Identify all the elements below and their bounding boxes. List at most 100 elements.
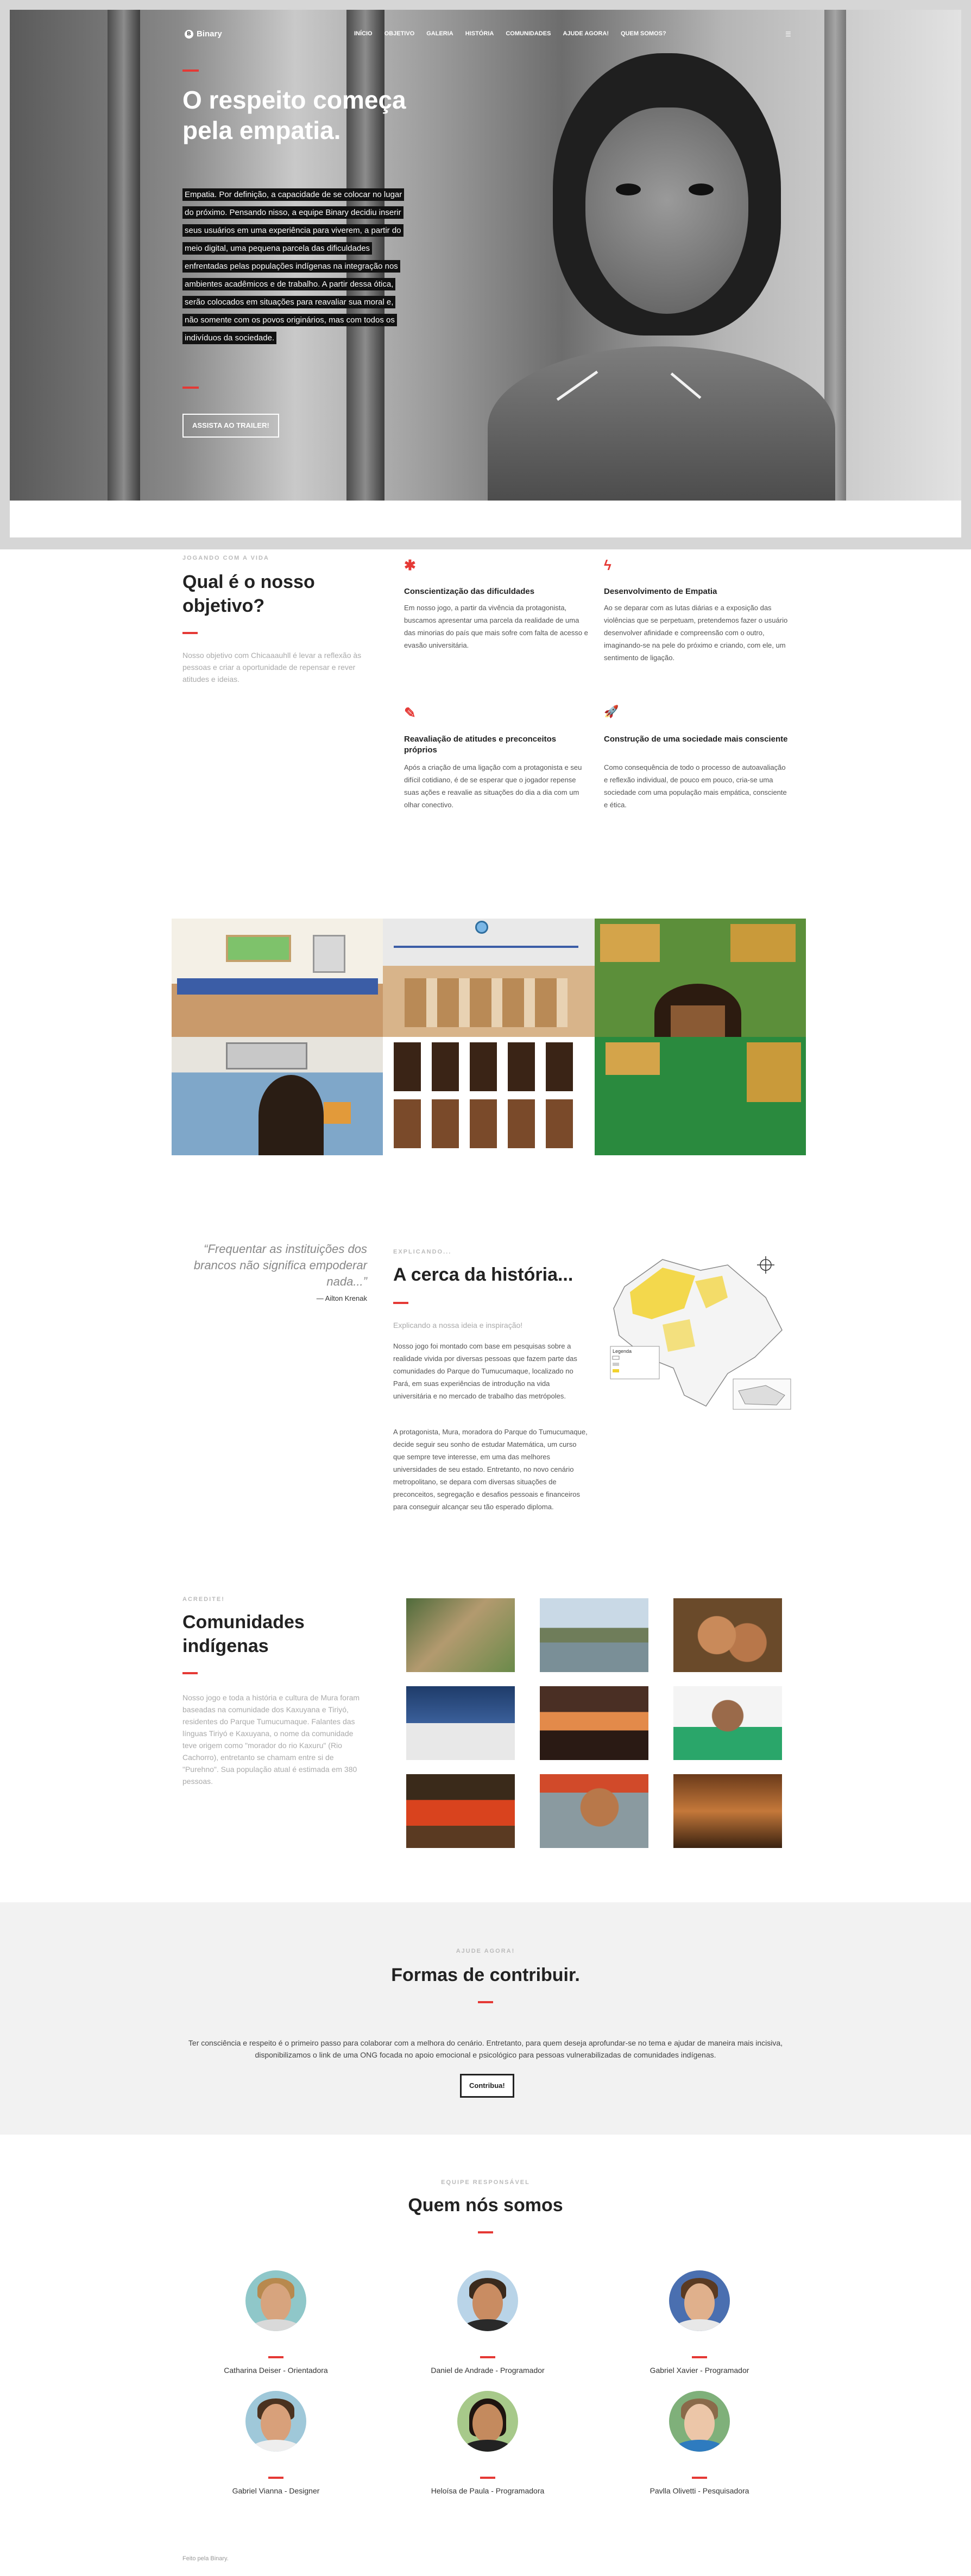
community-photo-children[interactable] — [673, 1598, 782, 1672]
avatar — [245, 2270, 306, 2331]
hero-text-body: Empatia. Por definição, a capacidade de … — [182, 188, 405, 344]
hero-text: Empatia. Por definição, a capacidade de … — [182, 186, 405, 347]
trailer-button[interactable]: ASSISTA AO TRAILER! — [182, 414, 279, 438]
hero-photo — [10, 10, 961, 501]
history-paragraph: A protagonista, Mura, moradora do Parque… — [393, 1428, 588, 1511]
objective-eyebrow: Jogando com a vida — [182, 555, 269, 561]
girl-face — [585, 107, 748, 314]
gallery-image-village[interactable] — [594, 919, 806, 1037]
girl-eye — [616, 183, 641, 195]
communities-accent — [182, 1672, 198, 1674]
nav-item-historia[interactable]: HISTÓRIA — [465, 30, 494, 37]
avatar — [457, 2391, 518, 2452]
list-icon[interactable]: ☰ — [785, 30, 791, 38]
team-member-name: Gabriel Xavier - Programador — [650, 2366, 749, 2375]
edit-icon: ✎ — [404, 705, 416, 721]
avatar — [669, 2391, 730, 2452]
contribute-button[interactable]: Contribua! — [460, 2074, 514, 2098]
gallery-image-kitchen[interactable] — [172, 919, 383, 1037]
team-accent — [478, 2231, 493, 2233]
gallery-image-bedroom[interactable] — [172, 1037, 383, 1155]
nav-item-ajude[interactable]: AJUDE AGORA! — [563, 30, 609, 37]
community-photo-aerial[interactable] — [406, 1598, 515, 1672]
community-photo-river[interactable] — [540, 1598, 648, 1672]
community-photo-portrait[interactable] — [540, 1774, 648, 1848]
brand-name: Binary — [197, 29, 222, 39]
hero-title: O respeito começa pela empatia. — [182, 86, 406, 144]
hero-accent-top — [182, 69, 199, 72]
communities-title: Comunidades indígenas — [182, 1612, 305, 1656]
contribute-text: Ter consciência e respeito é o primeiro … — [188, 2039, 783, 2059]
member-accent — [692, 2356, 707, 2358]
contribute-accent — [478, 2001, 493, 2003]
team-member-name: Daniel de Andrade - Programador — [431, 2366, 545, 2375]
footer-text: Feito pela Binary. — [182, 2555, 229, 2562]
member-accent — [692, 2477, 707, 2479]
avatar — [245, 2391, 306, 2452]
gallery-image-forest[interactable] — [594, 1037, 806, 1155]
nav-item-inicio[interactable]: INÍCIO — [354, 30, 373, 37]
contribute-eyebrow: Ajude agora! — [456, 1948, 515, 1954]
rocket-icon: 🚀 — [604, 705, 619, 718]
feature-text: Em nosso jogo, a partir da vivência da p… — [404, 604, 588, 649]
circle-b-icon: B — [185, 29, 193, 39]
history-eyebrow: Explicando... — [393, 1249, 452, 1255]
member-accent — [480, 2356, 495, 2358]
community-photo-gathering[interactable] — [673, 1774, 782, 1848]
history-quote: “Frequentar as instituições dos brancos … — [193, 1242, 367, 1288]
team-member-name: Heloísa de Paula - Programadora — [431, 2486, 545, 2495]
feature-title: Conscientização das dificuldades — [404, 587, 535, 596]
objective-title: Qual é o nosso objetivo? — [182, 572, 315, 616]
feature-title: Construção de uma sociedade mais conscie… — [604, 735, 788, 744]
bolt-icon: ϟ — [604, 557, 611, 573]
nav-menu: INÍCIO OBJETIVO GALERIA HISTÓRIA COMUNID… — [354, 30, 666, 37]
top-nav: B Binary INÍCIO OBJETIVO GALERIA HISTÓRI… — [0, 28, 971, 45]
team-member-name: Pavlla Olivetti - Pesquisadora — [650, 2486, 749, 2495]
girl-eye — [689, 183, 714, 195]
contribute-band — [0, 1902, 971, 2135]
nav-item-comunidades[interactable]: COMUNIDADES — [506, 30, 551, 37]
hero-accent-bottom — [182, 387, 199, 389]
brazil-map: Legenda — [610, 1256, 791, 1410]
brand[interactable]: B Binary — [185, 29, 222, 39]
nav-item-galeria[interactable]: GALERIA — [426, 30, 453, 37]
map-legend-title: Legenda — [613, 1349, 632, 1354]
history-accent — [393, 1302, 408, 1304]
girl-body — [488, 346, 835, 501]
community-photo-leader[interactable] — [673, 1686, 782, 1760]
gallery-image-characters[interactable] — [383, 1037, 595, 1155]
member-accent — [268, 2356, 283, 2358]
nav-item-objetivo[interactable]: OBJETIVO — [384, 30, 415, 37]
team-title: Quem nós somos — [408, 2195, 563, 2216]
contribute-title: Formas de contribuir. — [391, 1965, 580, 1985]
quote-author: — Ailton Krenak — [316, 1294, 367, 1302]
history-title: A cerca da história... — [393, 1264, 573, 1285]
hero-bottom-strip — [10, 501, 961, 537]
feature-text: Ao se deparar com as lutas diárias e a e… — [604, 604, 788, 662]
avatar — [669, 2270, 730, 2331]
team-member-name: Catharina Deiser - Orientadora — [224, 2366, 328, 2375]
team-member-name: Gabriel Vianna - Designer — [232, 2486, 320, 2495]
community-photo-protest[interactable] — [406, 1774, 515, 1848]
gallery-image-classroom[interactable] — [383, 919, 595, 1037]
communities-text: Nosso jogo e toda a história e cultura d… — [182, 1693, 360, 1786]
asterisk-icon: ✱ — [404, 557, 416, 573]
history-subtitle: Explicando a nossa ideia e inspiração! — [393, 1321, 523, 1330]
history-paragraph: Nosso jogo foi montado com base em pesqu… — [393, 1342, 577, 1400]
member-accent — [268, 2477, 283, 2479]
community-photo-sunset[interactable] — [540, 1686, 648, 1760]
member-accent — [480, 2477, 495, 2479]
feature-text: Como consequência de todo o processo de … — [604, 763, 787, 809]
game-gallery — [172, 919, 806, 1155]
avatar — [457, 2270, 518, 2331]
objective-accent — [182, 632, 198, 634]
tree-trunk — [108, 10, 140, 501]
feature-title: Desenvolvimento de Empatia — [604, 587, 717, 596]
community-photo-meeting[interactable] — [406, 1686, 515, 1760]
communities-eyebrow: Acredite! — [182, 1596, 225, 1603]
feature-title: Reavaliação de atitudes e preconceitos p… — [404, 735, 557, 755]
nav-item-quem-somos[interactable]: QUEM SOMOS? — [621, 30, 666, 37]
team-eyebrow: Equipe responsável — [441, 2179, 530, 2186]
feature-text: Após a criação de uma ligação com a prot… — [404, 763, 582, 809]
objective-lead: Nosso objetivo com Chicaaauhll é levar a… — [182, 651, 362, 683]
